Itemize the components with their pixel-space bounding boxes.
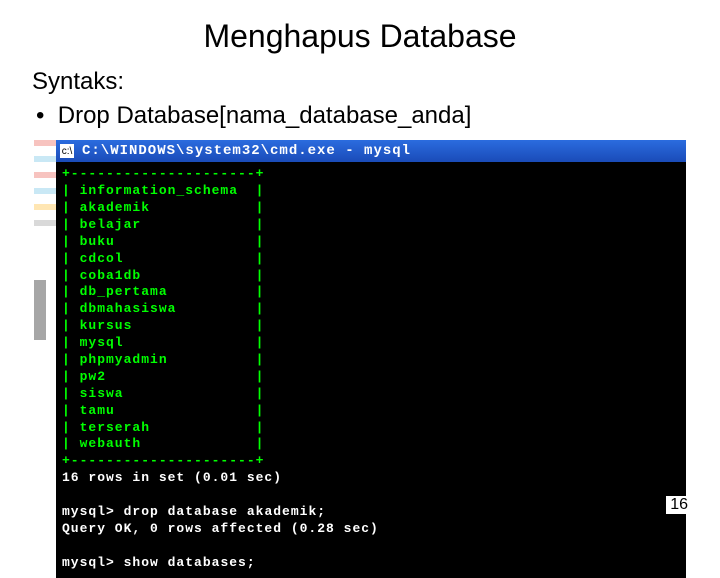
terminal-area: c:\ C:\WINDOWS\system32\cmd.exe - mysql … (34, 140, 686, 577)
border-top: +---------------------+ (62, 166, 680, 183)
db-row: | information_schema | (62, 183, 680, 200)
slide-title: Menghapus Database (0, 0, 720, 59)
show-line: mysql> show databases; (62, 555, 680, 572)
db-row: | coba1db | (62, 268, 680, 285)
db-row: | pw2 | (62, 369, 680, 386)
titlebar-text: C:\WINDOWS\system32\cmd.exe - mysql (82, 143, 411, 159)
stripe (34, 204, 56, 210)
db-row: | belajar | (62, 217, 680, 234)
db-row: | phpmyadmin | (62, 352, 680, 369)
terminal-output: +---------------------+ | information_sc… (56, 162, 686, 577)
border-bottom: +---------------------+ (62, 453, 680, 470)
bullet-text: Drop Database[nama_database_anda] (58, 102, 472, 129)
stripe (34, 140, 56, 146)
gray-block (34, 280, 46, 340)
db-row: | webauth | (62, 436, 680, 453)
db-row: | akademik | (62, 200, 680, 217)
stripe (34, 156, 56, 162)
content-block: Syntaks: • Drop Database[nama_database_a… (0, 59, 720, 132)
stripe (34, 188, 56, 194)
db-row: | db_pertama | (62, 284, 680, 301)
syntaks-label: Syntaks: (32, 65, 688, 99)
db-row: | terserah | (62, 420, 680, 437)
drop-line: mysql> drop database akademik; (62, 504, 680, 521)
drop-result: Query OK, 0 rows affected (0.28 sec) (62, 521, 680, 538)
page-number: 16 (666, 496, 692, 514)
db-row: | kursus | (62, 318, 680, 335)
stripe (34, 220, 56, 226)
db-row: | tamu | (62, 403, 680, 420)
db-row: | mysql | (62, 335, 680, 352)
stripe (34, 172, 56, 178)
terminal-window: c:\ C:\WINDOWS\system32\cmd.exe - mysql … (56, 140, 686, 577)
bullet-item: • Drop Database[nama_database_anda] (32, 99, 688, 133)
side-strip (34, 140, 56, 577)
titlebar: c:\ C:\WINDOWS\system32\cmd.exe - mysql (56, 140, 686, 162)
database-list: | information_schema || akademik || bela… (62, 183, 680, 453)
rows-status: 16 rows in set (0.01 sec) (62, 470, 680, 487)
db-row: | dbmahasiswa | (62, 301, 680, 318)
db-row: | buku | (62, 234, 680, 251)
db-row: | cdcol | (62, 251, 680, 268)
db-row: | siswa | (62, 386, 680, 403)
cmd-icon: c:\ (60, 144, 74, 158)
